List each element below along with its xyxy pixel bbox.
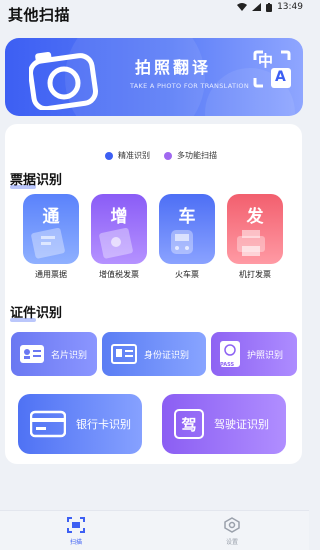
id-card-scan-button[interactable]: 身份证识别 — [102, 332, 206, 376]
legend-item-multi: 多功能扫描 — [164, 150, 217, 161]
id-card-label: 身份证识别 — [144, 350, 190, 361]
banner-title: 拍照翻译 — [135, 58, 212, 77]
business-card-icon — [20, 345, 44, 363]
license-glyph: 驾 — [181, 415, 197, 434]
signal-icon — [252, 3, 262, 11]
legend-dot — [164, 151, 172, 160]
passport-label: 护照识别 — [247, 350, 284, 361]
ticket-general[interactable]: 通 — [23, 194, 79, 264]
ticket-label: 增值税发票 — [99, 270, 139, 279]
ticket-label: 火车票 — [175, 270, 199, 279]
banner-subtitle: TAKE A PHOTO FOR TRANSLATION — [130, 82, 250, 90]
bank-card-scan-button[interactable]: 银行卡识别 — [18, 394, 142, 454]
photo-translate-banner[interactable]: 拍照翻译 TAKE A PHOTO FOR TRANSLATION 中 A — [5, 38, 303, 116]
ticket-label: 通用票据 — [35, 270, 67, 279]
status-time: 13:49 — [277, 2, 303, 12]
bottom-tab-bar: 扫描 设置 — [0, 510, 309, 550]
status-icons: 13:49 — [237, 2, 303, 12]
page-title: 其他扫描 — [8, 6, 71, 24]
train-icon — [171, 230, 193, 254]
business-card-scan-button[interactable]: 名片识别 — [11, 332, 97, 376]
scan-icon — [67, 517, 85, 533]
ticket-glyph: 发 — [246, 207, 264, 227]
tab-settings[interactable]: 设置 — [202, 517, 262, 546]
ticket-glyph: 增 — [110, 207, 128, 227]
tab-scan-label: 扫描 — [69, 539, 82, 546]
bank-card-label: 银行卡识别 — [76, 418, 131, 431]
license-icon: 驾 — [174, 409, 204, 439]
driving-license-label: 驾驶证识别 — [214, 418, 269, 431]
tab-settings-label: 设置 — [225, 539, 238, 546]
id-card-icon — [111, 344, 137, 364]
printer-icon — [237, 230, 265, 256]
receipt-icon — [31, 228, 65, 259]
invoice-icon — [99, 228, 133, 259]
ticket-glyph: 通 — [42, 207, 60, 227]
ticket-train[interactable]: 车 — [159, 194, 215, 264]
ticket-glyph: 车 — [178, 207, 196, 227]
settings-icon — [224, 517, 240, 533]
legend-label: 精准识别 — [118, 151, 150, 160]
ticket-machine-invoice[interactable]: 发 — [227, 194, 283, 264]
camera-icon — [29, 51, 98, 110]
scan-options-card: 精准识别 多功能扫描 票据识别 通 通用票据 增 增值税发票 车 火车票 发 机… — [5, 124, 302, 464]
section-title-ids: 证件识别 — [10, 302, 62, 322]
passport-icon-text: PASS — [220, 362, 235, 368]
translate-target-glyph: A — [275, 69, 286, 85]
legend-item-precise: 精准识别 — [105, 150, 150, 161]
legend-dot — [105, 151, 113, 160]
wifi-icon — [237, 3, 248, 11]
ticket-label: 机打发票 — [239, 270, 271, 279]
legend-label: 多功能扫描 — [177, 151, 217, 160]
legend: 精准识别 多功能扫描 — [105, 150, 217, 161]
tab-scan[interactable]: 扫描 — [46, 517, 106, 546]
bank-card-icon — [30, 410, 66, 438]
passport-scan-button[interactable]: 护照识别 — [211, 332, 297, 376]
business-card-label: 名片识别 — [51, 350, 88, 361]
driving-license-scan-button[interactable]: 驾 驾驶证识别 — [162, 394, 286, 454]
section-title-tickets: 票据识别 — [10, 169, 62, 189]
battery-icon — [266, 2, 273, 12]
ticket-vat-invoice[interactable]: 增 — [91, 194, 147, 264]
translate-source-glyph: 中 — [258, 52, 274, 70]
